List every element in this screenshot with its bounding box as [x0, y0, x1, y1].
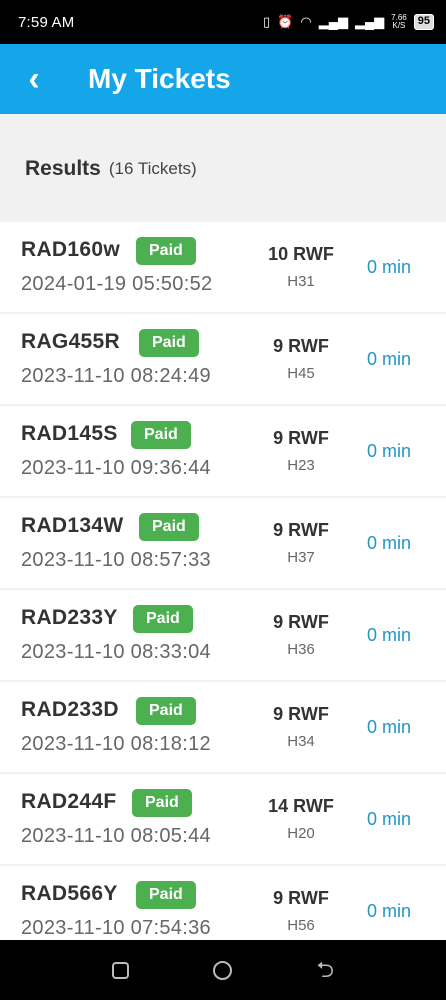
ticket-duration: 0 min — [366, 441, 411, 461]
status-icons: ▯ ⏰ ◠ ▂▄▆ ▂▄▆ 7.66 K/S 95 — [263, 14, 434, 30]
results-label: Results — [25, 157, 101, 180]
ticket-datetime: 2023-11-10 09:36:44 — [21, 457, 211, 479]
tickets-content[interactable]: Results (16 Tickets) RAD160w Paid 2024-01-… — [0, 114, 446, 940]
status-badge: Paid — [139, 513, 199, 541]
ticket-duration: 0 min — [366, 901, 411, 921]
ticket-slot: H56 — [287, 917, 315, 934]
ticket-datetime: 2023-11-10 07:54:36 — [21, 917, 211, 939]
ticket-row[interactable]: RAD244F Paid 2023-11-10 08:05:44 14 RWF H20 0… — [0, 774, 446, 864]
ticket-duration: 0 min — [366, 625, 411, 645]
ticket-plate: RAD160w — [21, 238, 120, 261]
ticket-amount: 9 RWF — [273, 428, 329, 448]
ticket-duration: 0 min — [366, 257, 411, 277]
arrow-left-icon: ‹ — [28, 59, 40, 98]
page-title: My Tickets — [88, 63, 231, 94]
vibrate-icon: ▯ — [263, 14, 271, 29]
status-badge: Paid — [136, 237, 196, 265]
alarm-icon: ⏰ — [277, 14, 294, 29]
system-nav-bar: ⮌ — [0, 940, 446, 1000]
recents-button[interactable] — [112, 961, 130, 979]
status-badge: Paid — [136, 881, 196, 909]
back-button[interactable]: ‹ — [0, 44, 70, 114]
ticket-duration: 0 min — [366, 349, 411, 369]
home-button[interactable] — [213, 960, 233, 980]
battery-indicator: 95 — [413, 14, 434, 30]
ticket-amount: 9 RWF — [273, 520, 329, 540]
ticket-datetime: 2024-01-19 05:50:52 — [21, 273, 213, 295]
ticket-datetime: 2023-11-10 08:24:49 — [21, 365, 211, 387]
ticket-duration: 0 min — [366, 717, 411, 737]
ticket-slot: H45 — [287, 365, 315, 382]
status-badge: Paid — [131, 421, 191, 449]
ticket-datetime: 2023-11-10 08:57:33 — [21, 549, 211, 571]
signal-icon-2: ▂▄▆ — [354, 14, 385, 29]
ticket-plate: RAD233Y — [21, 606, 118, 629]
ticket-plate: RAD145S — [21, 422, 118, 445]
ticket-plate: RAD244F — [21, 790, 117, 813]
status-badge: Paid — [133, 605, 193, 633]
status-badge: Paid — [136, 697, 196, 725]
network-speed: 7.66 K/S — [391, 14, 407, 30]
ticket-duration: 0 min — [366, 809, 411, 829]
ticket-amount: 9 RWF — [273, 888, 329, 908]
status-bar: 7:59 AM ▯ ⏰ ◠ ▂▄▆ ▂▄▆ 7.66 K/S 95 — [0, 0, 446, 44]
ticket-duration: 0 min — [366, 533, 411, 553]
signal-icon: ▂▄▆ — [318, 14, 348, 29]
ticket-slot: H36 — [287, 641, 315, 658]
ticket-row[interactable]: RAG455R Paid 2023-11-10 08:24:49 9 RWF H45 0 … — [0, 314, 446, 404]
app-bar: ‹ My Tickets — [0, 44, 446, 114]
status-time: 7:59 AM — [18, 13, 75, 31]
ticket-row[interactable]: RAD233D Paid 2023-11-10 08:18:12 9 RWF H34 0 … — [0, 682, 446, 772]
ticket-amount: 9 RWF — [273, 704, 329, 724]
ticket-row[interactable]: RAD233Y Paid 2023-11-10 08:33:04 9 RWF H36 0 … — [0, 590, 446, 680]
ticket-amount: 9 RWF — [273, 336, 329, 356]
ticket-row[interactable]: RAD145S Paid 2023-11-10 09:36:44 9 RWF H23 0 … — [0, 406, 446, 496]
network-speed-unit: K/S — [392, 21, 406, 30]
results-count: (16 Tickets) — [108, 159, 197, 178]
ticket-slot: H34 — [287, 733, 315, 750]
ticket-list: RAD160w Paid 2024-01-19 05:50:52 10 RWF H31 0… — [0, 222, 446, 940]
ticket-datetime: 2023-11-10 08:05:44 — [21, 825, 211, 847]
ticket-slot: H23 — [287, 457, 315, 474]
ticket-row[interactable]: RAD160w Paid 2024-01-19 05:50:52 10 RWF H31 0… — [0, 222, 446, 312]
ticket-plate: RAG455R — [21, 330, 120, 353]
wifi-icon: ◠ — [300, 14, 312, 29]
ticket-datetime: 2023-11-10 08:33:04 — [21, 641, 211, 663]
ticket-datetime: 2023-11-10 08:18:12 — [21, 733, 211, 755]
ticket-slot: H37 — [287, 549, 315, 566]
ticket-amount: 10 RWF — [268, 244, 334, 264]
status-badge: Paid — [132, 789, 192, 817]
ticket-plate: RAD134W — [21, 514, 124, 537]
ticket-slot: H20 — [287, 825, 315, 842]
ticket-amount: 9 RWF — [273, 612, 329, 632]
status-badge: Paid — [139, 329, 199, 357]
ticket-slot: H31 — [287, 273, 315, 290]
ticket-row[interactable]: RAD566Y Paid 2023-11-10 07:54:36 9 RWF H56 0 … — [0, 866, 446, 940]
system-back-button[interactable]: ⮌ — [316, 959, 334, 981]
ticket-row[interactable]: RAD134W Paid 2023-11-10 08:57:33 9 RWF H37 0 … — [0, 498, 446, 588]
results-header: Results (16 Tickets) — [0, 114, 446, 222]
ticket-amount: 14 RWF — [268, 796, 334, 816]
ticket-plate: RAD233D — [21, 698, 119, 721]
ticket-plate: RAD566Y — [21, 882, 118, 905]
